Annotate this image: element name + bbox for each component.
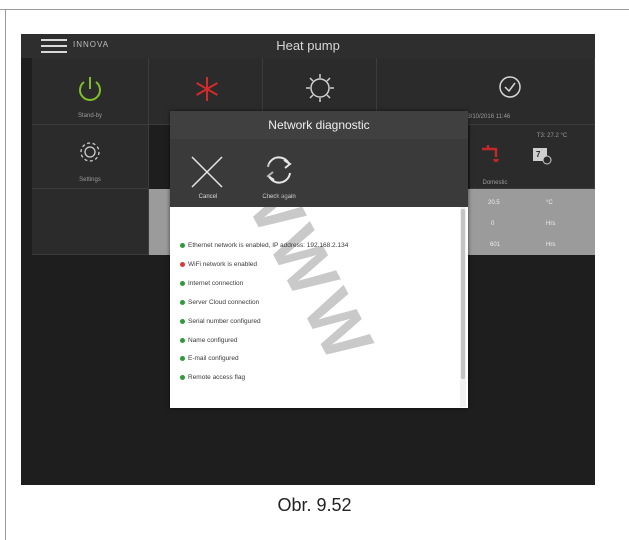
list-item: WiFi network is enabled (180, 261, 257, 271)
frame-left-line (5, 9, 6, 540)
list-item: Internet connection (180, 280, 243, 290)
gear-icon (80, 142, 100, 162)
settings-label: Settings (79, 177, 101, 183)
value-2: 0 (491, 221, 495, 227)
standby-tile[interactable]: Stand-by (32, 58, 149, 125)
value-1: 20.5 (488, 200, 500, 206)
list-item: E-mail configured (180, 355, 239, 365)
list-item: Remote access flag (180, 374, 245, 384)
top-bar: INNOVA Heat pump (21, 34, 595, 58)
settings-tile[interactable]: Settings (32, 125, 149, 189)
list-item: Server Cloud connection (180, 299, 259, 309)
domestic-tile[interactable]: T3: 27.2 °C 7 Domestic (470, 125, 595, 189)
snowflake-icon (196, 77, 218, 101)
unit-1: °C (546, 200, 553, 206)
dialog-scrollbar[interactable] (460, 207, 466, 407)
app-title: Heat pump (276, 38, 340, 53)
item-text: Name configured (188, 337, 238, 344)
standby-label: Stand-by (77, 113, 102, 119)
frame-top-line (0, 9, 629, 10)
unit-3: Hrs (546, 242, 556, 248)
tap-icon (482, 145, 500, 163)
status-ok-icon (180, 337, 185, 343)
status-error-icon (180, 261, 185, 267)
power-icon (79, 77, 101, 101)
dialog-toolbar: Cancel Check again (170, 139, 468, 207)
temperature-readout: T3: 27.2 °C (536, 133, 568, 139)
calendar-day: 7 (536, 150, 541, 159)
status-ok-icon (180, 355, 185, 361)
dialog-header: Network diagnostic (170, 111, 468, 139)
sun-icon (306, 74, 334, 102)
datetime-readout: 13/10/2016 11:46 (464, 114, 511, 120)
status-ok-icon (180, 242, 185, 248)
list-item: Name configured (180, 337, 238, 347)
clock-icon (499, 76, 521, 98)
item-text: Serial number configured (188, 318, 261, 325)
status-ok-icon (180, 299, 185, 305)
status-ok-icon (180, 374, 185, 380)
calendar-icon (533, 148, 552, 165)
figure-caption: Obr. 9.52 (277, 495, 352, 515)
item-text: WiFi network is enabled (188, 261, 257, 268)
value-3: 601 (490, 242, 501, 248)
unit-2: Hrs (546, 221, 556, 227)
list-item: Serial number configured (180, 318, 261, 328)
item-text: Server Cloud connection (188, 299, 260, 306)
empty-tile (32, 189, 149, 255)
item-text: Remote access flag (188, 374, 246, 381)
status-ok-icon (180, 280, 185, 286)
domestic-label: Domestic (482, 180, 508, 186)
status-ok-icon (180, 318, 185, 324)
dialog-title: Network diagnostic (268, 118, 370, 132)
item-text: Internet connection (188, 280, 244, 287)
scrollbar-thumb[interactable] (461, 209, 465, 379)
item-text: E-mail configured (188, 355, 239, 362)
close-icon (191, 156, 223, 188)
